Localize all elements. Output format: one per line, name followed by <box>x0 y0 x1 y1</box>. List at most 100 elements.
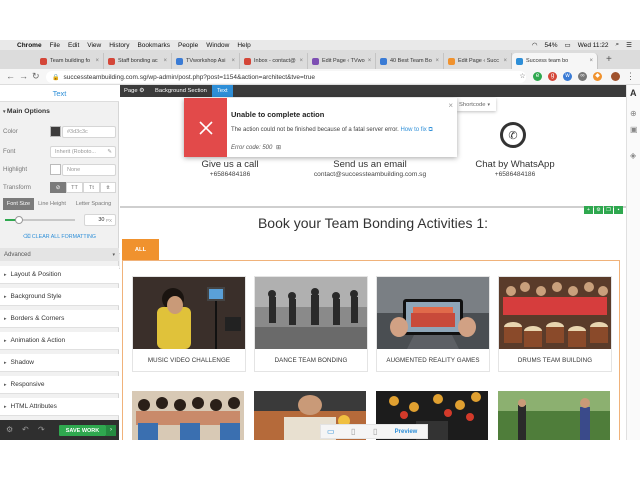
duplicate-icon[interactable]: ❐ <box>604 206 613 214</box>
transform-uppercase-button[interactable]: TT <box>66 182 83 193</box>
font-size-input[interactable]: 30 PX <box>84 214 116 226</box>
save-work-button[interactable]: SAVE WORK <box>59 425 106 436</box>
add-icon[interactable]: + <box>584 206 593 214</box>
activity-card[interactable] <box>132 391 246 440</box>
extension-icon[interactable]: e <box>533 72 542 81</box>
close-notification-button[interactable]: × <box>448 101 453 110</box>
menu-view[interactable]: View <box>87 42 101 49</box>
section-heading[interactable]: Book your Team Bonding Activities 1: <box>120 215 626 231</box>
breadcrumb-background-section[interactable]: Background Section <box>155 85 207 97</box>
menu-app-name[interactable]: Chrome <box>17 42 42 49</box>
activity-card[interactable]: MUSIC VIDEO CHALLENGE <box>132 276 246 372</box>
close-icon[interactable]: × <box>92 58 99 64</box>
star-icon[interactable]: ☆ <box>518 72 527 81</box>
settings-icon[interactable]: ⚙ <box>6 425 13 434</box>
back-icon[interactable]: ← <box>6 71 15 81</box>
transform-capitalize-button[interactable]: Tt <box>83 182 100 193</box>
highlight-swatch[interactable] <box>50 164 61 175</box>
tab-line-height[interactable]: Line Height <box>34 198 70 210</box>
close-icon[interactable]: × <box>160 58 167 64</box>
tab-font-size[interactable]: Font Size <box>3 198 34 210</box>
breadcrumb-page[interactable]: Page ⚙ <box>124 85 144 97</box>
close-icon[interactable]: × <box>296 58 303 64</box>
font-size-slider-handle[interactable] <box>15 216 23 224</box>
battery-icon[interactable]: ▭ <box>565 41 571 49</box>
font-size-slider-track[interactable] <box>5 216 75 224</box>
extension-icon[interactable]: ◆ <box>593 72 602 81</box>
desktop-icon[interactable]: ▭ <box>327 427 335 436</box>
preview-button[interactable]: Preview <box>389 426 423 438</box>
section-html-attributes[interactable]: ▸ HTML Attributes <box>0 398 119 416</box>
browser-tab-active[interactable]: Success team bo × <box>512 53 598 69</box>
activity-card[interactable]: DANCE TEAM BONDING <box>254 276 368 372</box>
menu-history[interactable]: History <box>109 42 129 49</box>
pencil-icon[interactable]: ✎ <box>107 149 112 155</box>
add-element-icon[interactable]: ⊕ <box>630 109 637 118</box>
delete-icon[interactable]: ▪ <box>614 206 623 214</box>
activity-card[interactable]: AUGMENTED REALITY GAMES <box>376 276 490 372</box>
spotlight-icon[interactable]: ⌕ <box>616 41 620 49</box>
section-background-style[interactable]: ▸ Background Style <box>0 288 119 306</box>
redo-icon[interactable]: ↷ <box>38 425 45 434</box>
menu-help[interactable]: Help <box>237 42 250 49</box>
menu-people[interactable]: People <box>178 42 198 49</box>
templates-icon[interactable]: ▣ <box>630 125 638 134</box>
close-icon[interactable]: × <box>500 58 507 64</box>
browser-tab[interactable]: Staff bonding ac × <box>104 53 172 69</box>
menu-list-icon[interactable]: ☰ <box>626 41 632 49</box>
color-hex-field[interactable]: #3d3c3c <box>62 126 116 138</box>
clock[interactable]: Wed 11:22 <box>578 42 609 49</box>
activity-card[interactable]: DRUMS TEAM BUILDING <box>498 276 612 372</box>
new-tab-button[interactable]: + <box>606 54 612 65</box>
breadcrumb-text[interactable]: Text <box>212 85 233 97</box>
tablet-icon[interactable]: ▯ <box>351 427 355 436</box>
browser-tab[interactable]: Edit Page ‹ TVwo × <box>308 53 376 69</box>
shortcode-dropdown[interactable]: Shortcode ▾ <box>457 98 496 111</box>
clear-formatting-link[interactable]: ⌫ CLEAR ALL FORMATTING <box>0 234 119 240</box>
avatar[interactable] <box>611 72 620 81</box>
transform-none-button[interactable]: ⊘ <box>50 182 66 193</box>
transform-lowercase-button[interactable]: tt <box>100 182 116 193</box>
extension-icon[interactable]: g <box>548 72 557 81</box>
section-animation-action[interactable]: ▸ Animation & Action <box>0 332 119 350</box>
color-swatch[interactable] <box>50 126 61 137</box>
menu-file[interactable]: File <box>50 42 60 49</box>
extension-icon[interactable]: w <box>563 72 572 81</box>
browser-tab[interactable]: TVworkshop Asi × <box>172 53 240 69</box>
section-responsive[interactable]: ▸ Responsive <box>0 376 119 394</box>
layers-icon[interactable]: ◈ <box>630 151 636 160</box>
undo-icon[interactable]: ↶ <box>22 425 29 434</box>
mobile-icon[interactable]: ▯ <box>373 427 377 436</box>
font-select[interactable]: Inherit (Roboto... ✎ <box>50 146 116 158</box>
browser-tab[interactable]: Edit Page ‹ Succ × <box>444 53 512 69</box>
thrive-logo-icon[interactable]: A <box>630 88 637 98</box>
activity-card[interactable] <box>498 391 612 440</box>
save-options-button[interactable]: › <box>106 425 116 436</box>
url-field[interactable]: 🔒 successteambuilding.com.sg/wp-admin/po… <box>46 71 526 83</box>
how-to-fix-link[interactable]: How to fix ⧉ <box>400 127 432 133</box>
reload-icon[interactable]: ↻ <box>32 71 40 82</box>
section-shadow[interactable]: ▸ Shadow <box>0 354 119 372</box>
menu-window[interactable]: Window <box>206 42 229 49</box>
close-icon[interactable]: × <box>586 58 593 64</box>
settings-icon[interactable]: ⚙ <box>594 206 603 214</box>
tab-letter-spacing[interactable]: Letter Spacing <box>70 198 117 210</box>
extension-icon[interactable]: ∞ <box>578 72 587 81</box>
more-menu-icon[interactable]: ⋮ <box>626 71 635 82</box>
copy-icon[interactable]: ⊞ <box>276 145 281 151</box>
highlight-field[interactable]: None <box>62 164 116 176</box>
wifi-icon[interactable]: ◠ <box>532 41 538 49</box>
browser-tab[interactable]: Team building fo × <box>36 53 104 69</box>
advanced-header[interactable]: Advanced ▾ <box>0 248 119 261</box>
menu-bookmarks[interactable]: Bookmarks <box>137 42 170 49</box>
close-icon[interactable]: × <box>228 58 235 64</box>
browser-tab[interactable]: 40 Best Team Bo × <box>376 53 444 69</box>
forward-icon[interactable]: → <box>19 71 28 81</box>
close-icon[interactable]: × <box>365 58 372 64</box>
section-borders-corners[interactable]: ▸ Borders & Corners <box>0 310 119 328</box>
section-layout-position[interactable]: ▸ Layout & Position <box>0 266 119 284</box>
main-options-header[interactable]: ▾ Main Options <box>3 108 122 115</box>
menu-edit[interactable]: Edit <box>68 42 79 49</box>
filter-all-tab[interactable]: ALL <box>122 239 159 260</box>
browser-tab[interactable]: Inbox - contact@ × <box>240 53 308 69</box>
